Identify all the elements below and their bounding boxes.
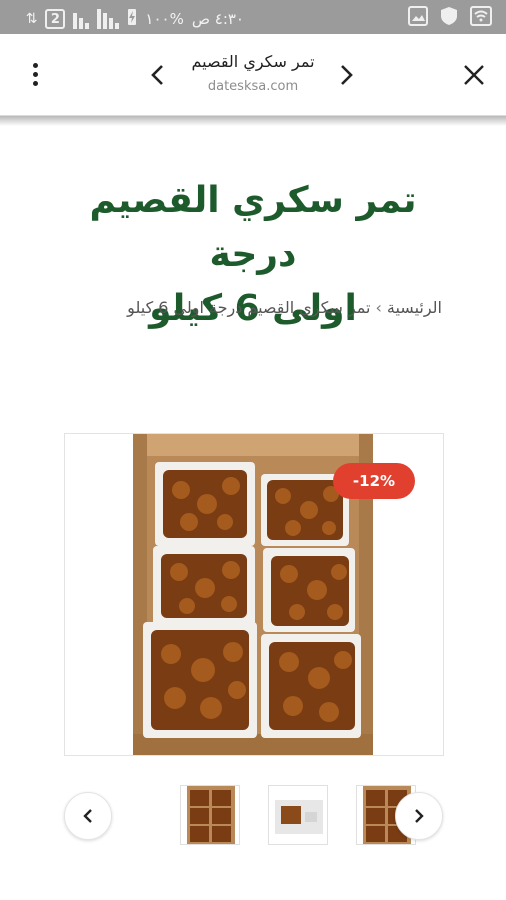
gallery-icon	[408, 6, 428, 30]
data-transfer-icon: ⇅	[25, 11, 38, 27]
carousel-prev-button[interactable]	[64, 792, 112, 840]
breadcrumb-separator: ›	[375, 298, 382, 317]
status-left: ٤:٣٠ ص %١٠٠ 2 ⇅	[26, 8, 244, 30]
product-title-line1: تمر سكري القصيم درجة	[89, 180, 417, 275]
signal-2-icon	[73, 9, 90, 29]
thumbnail-carousel	[0, 780, 506, 850]
product-gallery[interactable]: -12%	[64, 433, 444, 756]
battery-charging-icon	[127, 8, 137, 30]
toolbar-shadow	[0, 116, 506, 126]
close-icon	[464, 65, 484, 85]
page-title: تمر سكري القصيم	[191, 52, 315, 71]
page-url: datesksa.com	[207, 79, 299, 94]
battery-percent: %١٠٠	[145, 10, 184, 28]
status-right	[408, 6, 492, 30]
breadcrumb-current: تمر سكري القصيم درجة اولى 6 كيلو	[127, 298, 371, 317]
thumbnail-image	[187, 786, 235, 844]
breadcrumb: الرئيسية ›تمر سكري القصيم درجة اولى 6 كيل…	[40, 298, 442, 317]
more-vert-icon	[32, 62, 38, 86]
signal-icon	[97, 9, 120, 29]
wifi-box-icon	[470, 6, 492, 30]
carousel-next-button[interactable]	[395, 792, 443, 840]
sim-badge: 2	[45, 9, 66, 29]
more-options-button[interactable]	[15, 54, 55, 94]
chevron-right-icon	[415, 809, 424, 823]
thumbnail-image	[269, 786, 327, 844]
sale-badge: -12%	[333, 463, 415, 499]
back-button[interactable]	[137, 55, 177, 95]
clock: ٤:٣٠ ص	[191, 10, 244, 28]
forward-button[interactable]	[327, 55, 367, 95]
thumbnail-2[interactable]	[268, 785, 328, 845]
close-button[interactable]	[454, 55, 494, 95]
chevron-right-icon	[341, 65, 353, 85]
custom-tab-toolbar: تمر سكري القصيم datesksa.com	[0, 34, 506, 116]
breadcrumb-home[interactable]: الرئيسية	[387, 298, 442, 317]
status-bar: ٤:٣٠ ص %١٠٠ 2 ⇅	[0, 0, 506, 34]
chevron-left-icon	[83, 809, 92, 823]
thumbnail-1[interactable]	[180, 785, 240, 845]
chevron-left-icon	[151, 65, 163, 85]
shield-icon	[440, 6, 458, 30]
